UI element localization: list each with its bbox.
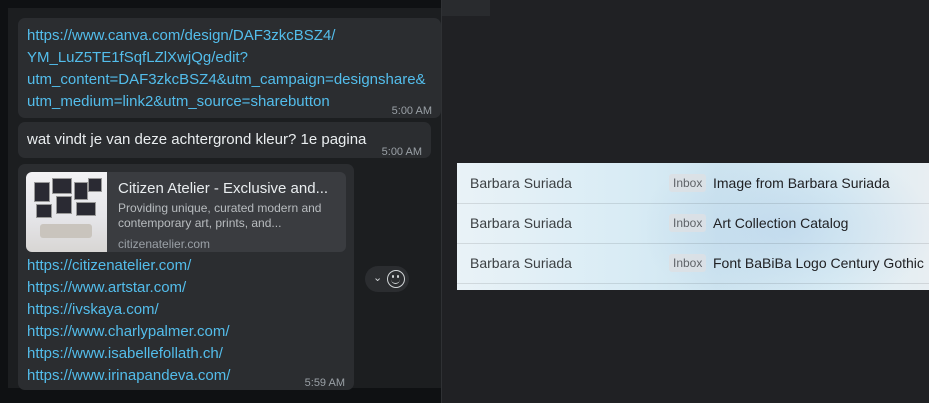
chat-background: https://www.canva.com/design/DAF3zkcBSZ4… [8,8,441,390]
mail-row[interactable]: Barbara Suriada Inbox Font BaBiBa Logo C… [457,243,929,284]
message-bubble-canva: https://www.canva.com/design/DAF3zkcBSZ4… [18,18,441,118]
mail-subject: Font BaBiBa Logo Century Gothic [713,255,924,271]
mail-row[interactable]: Barbara Suriada Inbox Art Collection Cat… [457,203,929,244]
website-link[interactable]: https://www.irinapandeva.com/ [27,365,230,387]
mail-sender: Barbara Suriada [470,175,572,191]
top-strip [442,0,490,16]
website-link[interactable]: https://www.artstar.com/ [27,277,230,299]
message-timestamp: 5:59 AM [304,377,345,389]
message-timestamp: 5:00 AM [391,105,432,117]
preview-thumbnail [26,172,107,252]
pane-divider [441,0,442,403]
message-timestamp: 5:00 AM [381,146,422,158]
canva-link-line[interactable]: https://www.canva.com/design/DAF3zkcBSZ4… [27,25,426,47]
canva-link-line[interactable]: YM_LuZ5TE1fSqfLZlXwjQg/edit? [27,47,426,69]
website-link[interactable]: https://ivskaya.com/ [27,299,230,321]
preview-description: Providing unique, curated modern and con… [118,201,322,230]
preview-title: Citizen Atelier - Exclusive and... [118,180,329,197]
website-link[interactable]: https://www.isabellefollath.ch/ [27,343,230,365]
mail-subject: Image from Barbara Suriada [713,175,890,191]
link-preview-card[interactable]: Citizen Atelier - Exclusive and... Provi… [26,172,346,252]
chat-pane: https://www.canva.com/design/DAF3zkcBSZ4… [0,0,441,403]
website-link[interactable]: https://www.charlypalmer.com/ [27,321,230,343]
website-link[interactable]: https://citizenatelier.com/ [27,255,230,277]
message-bubble-question: wat vindt je van deze achtergrond kleur?… [18,122,431,158]
mail-row[interactable]: Barbara Suriada Inbox Image from Barbara… [457,163,929,204]
mail-list: Barbara Suriada Inbox Image from Barbara… [457,163,929,290]
canva-link-line[interactable]: utm_content=DAF3zkcBSZ4&utm_campaign=des… [27,69,426,91]
canva-link-line[interactable]: utm_medium=link2&utm_source=sharebutton [27,91,426,113]
mail-sender: Barbara Suriada [470,215,572,231]
chevron-down-icon[interactable]: ⌄ [373,271,382,284]
mail-sender: Barbara Suriada [470,255,572,271]
inbox-label: Inbox [669,254,707,272]
message-text: wat vindt je van deze achtergrond kleur?… [27,131,367,148]
mail-subject: Art Collection Catalog [713,215,849,231]
inbox-label: Inbox [669,174,707,192]
inbox-label: Inbox [669,214,707,232]
emoji-icon[interactable] [387,270,405,288]
reaction-button[interactable]: ⌄ [365,266,409,292]
preview-site: citizenatelier.com [118,237,211,251]
message-bubble-links: Citizen Atelier - Exclusive and... Provi… [18,164,354,390]
